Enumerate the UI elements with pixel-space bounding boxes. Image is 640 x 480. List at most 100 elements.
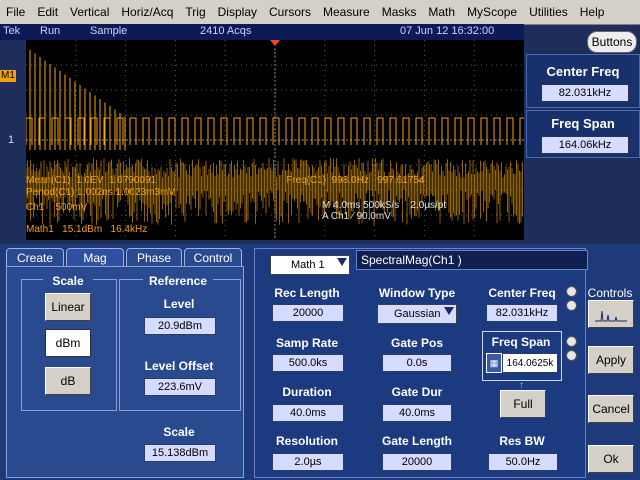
spectral-expression: SpectralMag(Ch1 ) — [356, 250, 588, 270]
resolution-label: Resolution — [276, 434, 338, 448]
run-status: Run — [40, 25, 61, 37]
menu-file[interactable]: File — [0, 5, 31, 19]
menu-trig[interactable]: Trig — [179, 5, 211, 19]
samp-rate-label: Samp Rate — [275, 336, 339, 350]
level-offset-label: Level Offset — [144, 359, 214, 373]
rec-length-value[interactable]: 20000 — [272, 304, 344, 322]
center-freq-title: Center Freq — [546, 64, 620, 79]
ok-button[interactable]: Ok — [588, 445, 634, 473]
scale-value[interactable]: 15.138dBm — [144, 444, 216, 462]
tab-create[interactable]: Create — [6, 248, 64, 267]
keypad-icon[interactable]: ▦ — [486, 353, 502, 373]
math1-readout: Math1 15.1dBm 16.4kHz — [26, 224, 147, 235]
math-select-dropdown[interactable]: Math 1 — [270, 255, 350, 275]
rec-length-label: Rec Length — [274, 286, 340, 300]
trigger-readout: A Ch1 ⁄ 90.0mV — [322, 211, 391, 222]
center-freq-box[interactable]: Center Freq 82.031kHz — [526, 54, 640, 108]
menu-horiz-acq[interactable]: Horiz/Acq — [115, 5, 179, 19]
window-type-label: Window Type — [378, 286, 456, 300]
ch1-scale-readout: Ch1 500mV — [26, 202, 87, 213]
mag-panel: Scale Linear dBm dB Reference Level 20.9… — [6, 266, 244, 478]
brand-label: Tek — [3, 25, 21, 37]
period-label: Period(C1) — [26, 187, 75, 198]
buttons-button[interactable]: Buttons — [587, 31, 637, 53]
mean-value-2: 1.0790091 — [108, 175, 157, 186]
menu-vertical[interactable]: Vertical — [64, 5, 115, 19]
center-freq-field[interactable]: 82.031kHz — [486, 304, 558, 322]
freq-value-2: 997.61754 — [377, 175, 425, 186]
waveform-graticule — [26, 40, 524, 240]
menu-math[interactable]: Math — [422, 5, 461, 19]
res-bw-value[interactable]: 50.0Hz — [488, 453, 558, 471]
gate-pos-label: Gate Pos — [390, 336, 444, 350]
menu-measure[interactable]: Measure — [317, 5, 376, 19]
apply-button[interactable]: Apply — [588, 346, 634, 374]
full-button[interactable]: Full — [500, 390, 546, 418]
ch1-reference-marker[interactable]: 1 — [8, 134, 14, 146]
res-bw-label: Res BW — [499, 434, 545, 448]
window-type-value: Gaussian — [394, 308, 441, 320]
controls-button[interactable] — [588, 300, 634, 328]
menu-utilities[interactable]: Utilities — [523, 5, 574, 19]
chevron-down-icon — [444, 307, 454, 315]
math1-label: Math1 — [26, 224, 54, 235]
freq-span-field[interactable]: 164.0625k — [502, 353, 558, 373]
center-freq-radio-2[interactable] — [566, 300, 577, 311]
time-resolution: 2.0µs/pt — [410, 200, 447, 211]
linear-button[interactable]: Linear — [45, 293, 91, 321]
date-time: 07 Jun 12 16:32:00 — [400, 25, 495, 37]
timebase-readout: M 4.0ms 500kS/s 2.0µs/pt A Ch1 ⁄ 90.0mV — [322, 200, 446, 222]
spectrum-icon — [595, 310, 627, 322]
tab-phase[interactable]: Phase — [126, 248, 182, 267]
gate-length-label: Gate Length — [381, 434, 452, 448]
freq-span-value: 164.06kHz — [541, 136, 629, 154]
waveform-display[interactable]: Mean(C1) 1.0EV 1.0790091 Period(C1) 1.00… — [26, 40, 524, 240]
period-value: 1.002ns — [77, 187, 113, 198]
menu-cursors[interactable]: Cursors — [263, 5, 317, 19]
status-bar: Tek Run Sample 2410 Acqs 07 Jun 12 16:32… — [0, 24, 524, 40]
center-freq-label: Center Freq — [488, 286, 556, 300]
gate-dur-label: Gate Dur — [391, 385, 443, 399]
menu-display[interactable]: Display — [212, 5, 263, 19]
dbm-button[interactable]: dBm — [45, 329, 91, 357]
freq-span-title: Freq Span — [551, 116, 615, 131]
freq-value: 998.0Hz — [331, 175, 369, 186]
resolution-value[interactable]: 2.0µs — [272, 453, 344, 471]
timebase: M 4.0ms 500kS/s — [322, 200, 400, 211]
ch1-label: Ch1 — [26, 202, 45, 213]
mean-value: 1.0EV — [76, 175, 104, 186]
gate-length-value[interactable]: 20000 — [382, 453, 452, 471]
menu-masks[interactable]: Masks — [376, 5, 423, 19]
level-label: Level — [163, 297, 195, 311]
tab-mag[interactable]: Mag — [66, 248, 124, 267]
freq-span-radio-2[interactable] — [566, 350, 577, 361]
samp-rate-value[interactable]: 500.0ks — [272, 354, 344, 372]
mean-label: Mean(C1) — [26, 175, 71, 186]
ch1-scale: 500mV — [55, 202, 88, 213]
level-value[interactable]: 20.9dBm — [144, 317, 216, 335]
measurement-readout: Mean(C1) 1.0EV 1.0790091 Period(C1) 1.00… — [26, 175, 326, 199]
menu-edit[interactable]: Edit — [31, 5, 64, 19]
m1-reference-marker[interactable]: M1 — [0, 70, 16, 82]
db-button[interactable]: dB — [45, 367, 91, 395]
window-type-dropdown[interactable]: Gaussian — [377, 304, 457, 324]
freq-span-radio[interactable] — [566, 336, 577, 347]
freq-side-panel: Center Freq 82.031kHz Freq Span 164.06kH… — [526, 54, 640, 244]
cancel-button[interactable]: Cancel — [588, 395, 634, 423]
duration-value[interactable]: 40.0ms — [272, 404, 344, 422]
math1-freq: 16.4kHz — [110, 224, 148, 235]
menu-help[interactable]: Help — [574, 5, 611, 19]
freq-span-label: Freq Span — [491, 335, 551, 349]
scale-label: Scale — [163, 425, 195, 439]
gate-dur-value[interactable]: 40.0ms — [382, 404, 452, 422]
chevron-down-icon — [337, 258, 347, 266]
gate-pos-value[interactable]: 0.0s — [382, 354, 452, 372]
menu-myscope[interactable]: MyScope — [461, 5, 523, 19]
freq-span-box[interactable]: Freq Span 164.06kHz — [526, 110, 640, 158]
menu-bar: File Edit Vertical Horiz/Acq Trig Displa… — [0, 0, 640, 25]
tab-control[interactable]: Control — [184, 248, 242, 267]
trigger-position-marker — [270, 40, 280, 46]
acq-count: 2410 Acqs — [200, 25, 252, 37]
level-offset-value[interactable]: 223.6mV — [144, 378, 216, 396]
center-freq-radio[interactable] — [566, 286, 577, 297]
